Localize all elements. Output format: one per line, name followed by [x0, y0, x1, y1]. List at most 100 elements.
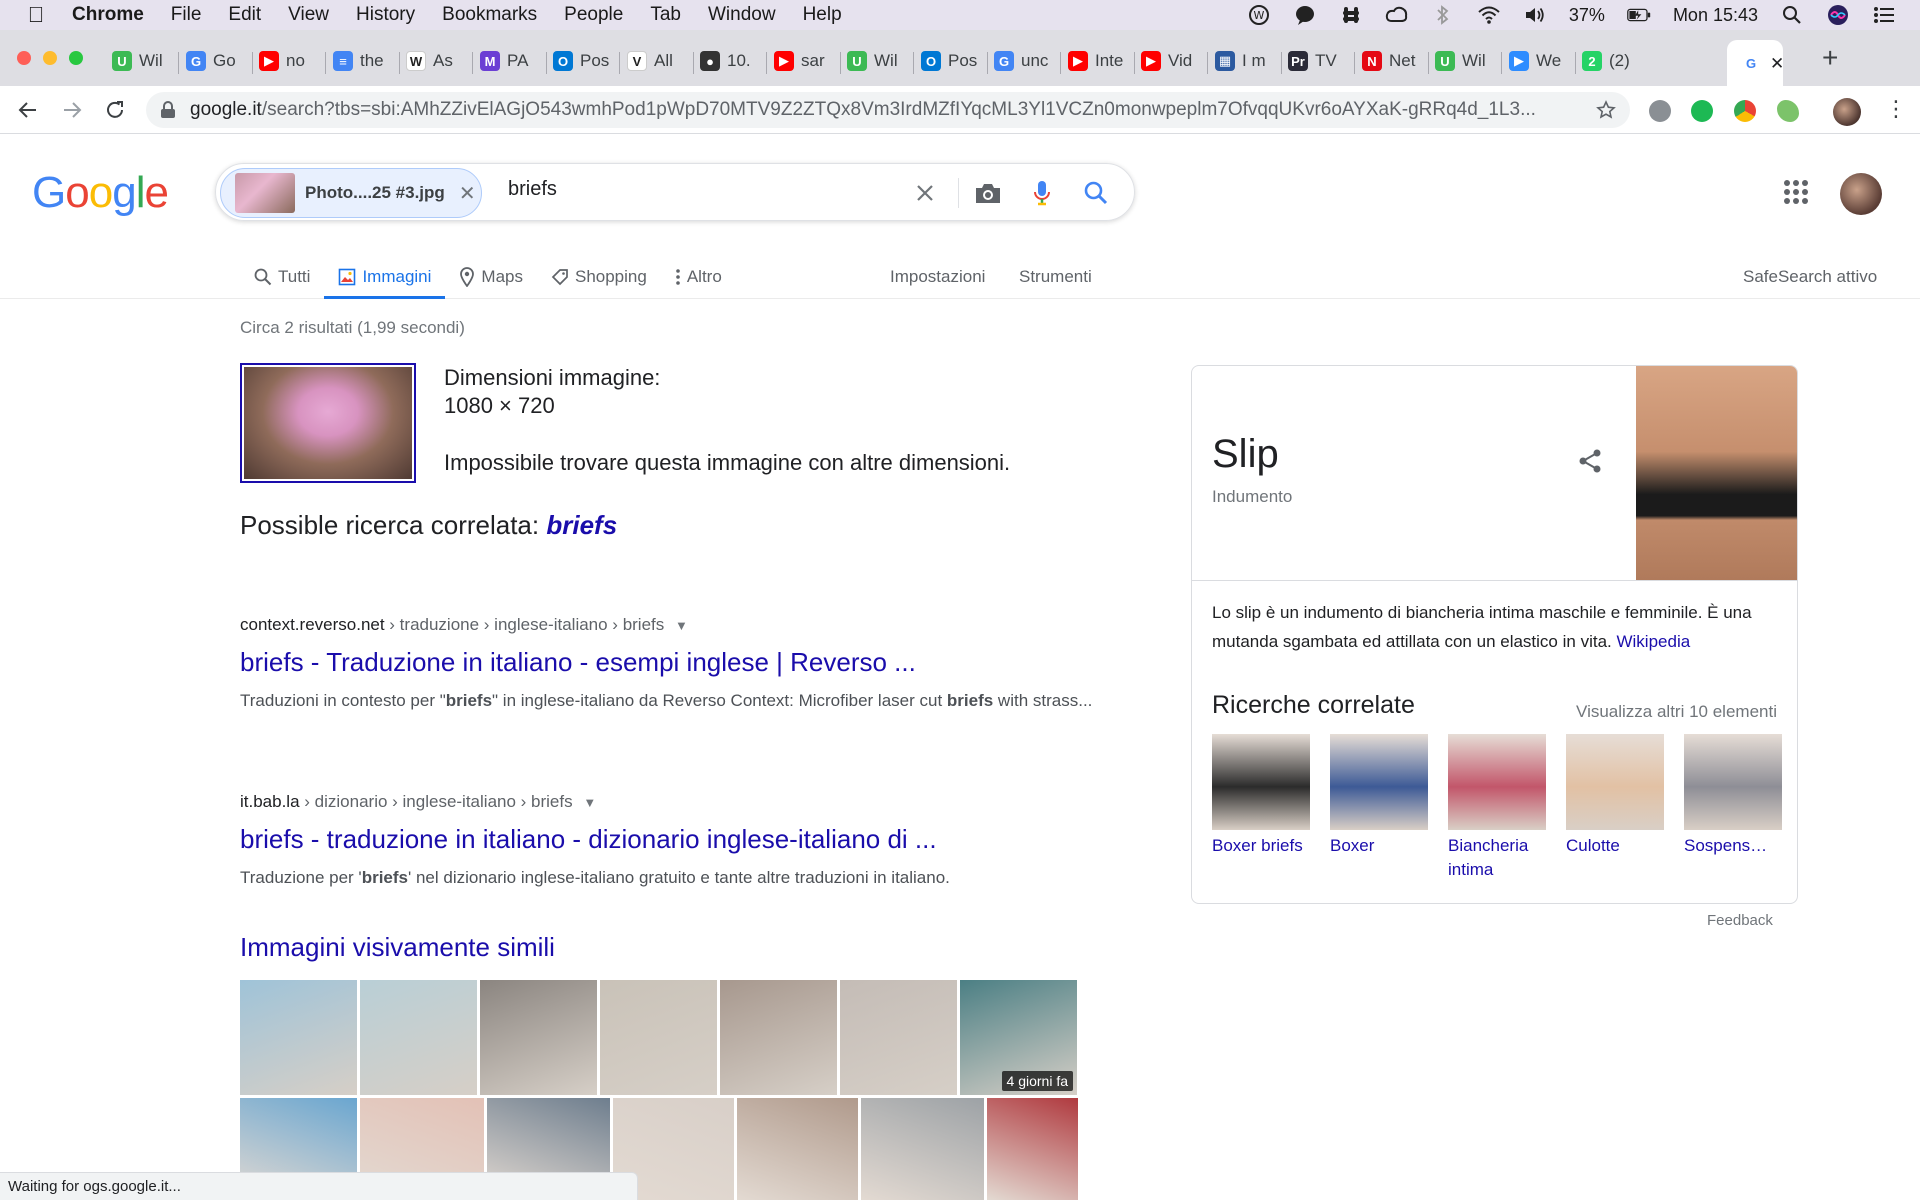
menu-app-chrome[interactable]: Chrome	[72, 4, 144, 26]
new-tab-button[interactable]: +	[1822, 42, 1838, 74]
back-button[interactable]	[14, 96, 42, 124]
similar-image-thumbnail[interactable]: 4 giorni fa	[960, 980, 1077, 1095]
chrome-menu-icon[interactable]: ⋮	[1885, 98, 1907, 120]
result-menu-caret-icon[interactable]: ▼	[583, 795, 596, 810]
similar-image-thumbnail[interactable]	[480, 980, 597, 1095]
menu-clock[interactable]: Mon 15:43	[1673, 5, 1758, 26]
related-search-item[interactable]: Boxer	[1330, 734, 1428, 882]
google-apps-icon[interactable]	[1784, 180, 1808, 204]
window-minimize-button[interactable]	[43, 51, 57, 65]
tab-item[interactable]: O Pos	[921, 44, 983, 78]
menu-window[interactable]: Window	[708, 4, 776, 26]
menu-edit[interactable]: Edit	[228, 4, 261, 26]
extension-chrome-icon[interactable]	[1734, 100, 1756, 122]
spotlight-search-icon[interactable]	[1780, 3, 1804, 27]
tab-item[interactable]: ▶ Vid	[1141, 44, 1203, 78]
tab-item[interactable]: 2 (2)	[1582, 44, 1644, 78]
tab-item[interactable]: ≡ the	[333, 44, 395, 78]
tab-item[interactable]: Pr TV	[1288, 44, 1350, 78]
similar-image-thumbnail[interactable]	[860, 1098, 985, 1200]
similar-image-thumbnail[interactable]	[840, 980, 957, 1095]
battery-charging-icon[interactable]	[1627, 3, 1651, 27]
similar-image-thumbnail[interactable]	[987, 1098, 1079, 1200]
tab-item[interactable]: W As	[406, 44, 468, 78]
reload-button[interactable]	[101, 96, 129, 124]
close-tab-icon[interactable]: ✕	[1770, 54, 1784, 74]
tab-tutti[interactable]: Tutti	[240, 254, 324, 299]
tab-item[interactable]: U Wil	[1435, 44, 1497, 78]
wikipedia-link[interactable]: Wikipedia	[1616, 632, 1690, 651]
menu-people[interactable]: People	[564, 4, 623, 26]
show-more-link[interactable]: Visualizza altri 10 elementi	[1576, 702, 1777, 722]
creative-cloud-icon[interactable]	[1385, 3, 1409, 27]
volume-icon[interactable]	[1523, 3, 1547, 27]
related-search-item[interactable]: Boxer briefs	[1212, 734, 1310, 882]
menu-file[interactable]: File	[171, 4, 202, 26]
result-menu-caret-icon[interactable]: ▼	[675, 618, 688, 633]
result-title-link[interactable]: briefs - Traduzione in italiano - esempi…	[240, 647, 1100, 678]
extension-incognito-icon[interactable]	[1649, 100, 1671, 122]
tab-item[interactable]: U Wil	[112, 44, 174, 78]
impostazioni-link[interactable]: Impostazioni	[890, 254, 985, 299]
tab-item[interactable]: M PA	[480, 44, 542, 78]
menu-tab[interactable]: Tab	[650, 4, 681, 26]
tab-altro[interactable]: Altro	[661, 254, 736, 299]
similar-images-heading[interactable]: Immagini visivamente simili	[240, 932, 555, 963]
query-image-preview[interactable]	[240, 363, 416, 483]
tab-item[interactable]: ▶ sar	[774, 44, 836, 78]
result-cite[interactable]: context.reverso.net › traduzione › ingle…	[240, 615, 1100, 635]
result-cite[interactable]: it.bab.la › dizionario › inglese-italian…	[240, 792, 1100, 812]
tab-item[interactable]: ▶ We	[1509, 44, 1571, 78]
result-title-link[interactable]: briefs - traduzione in italiano - dizion…	[240, 824, 1100, 855]
tab-maps[interactable]: Maps	[445, 254, 537, 299]
tab-item[interactable]: V All	[627, 44, 689, 78]
tab-item[interactable]: O Pos	[553, 44, 615, 78]
share-icon[interactable]	[1575, 446, 1605, 476]
wifi-icon[interactable]	[1477, 3, 1501, 27]
google-logo[interactable]: Google	[32, 168, 169, 218]
slack-icon[interactable]	[1339, 3, 1363, 27]
chat-bubble-icon[interactable]	[1293, 3, 1317, 27]
tab-item[interactable]: U Wil	[847, 44, 909, 78]
url-text[interactable]: google.it/search?tbs=sbi:AMhZZivElAGjO54…	[190, 99, 1570, 121]
menu-history[interactable]: History	[356, 4, 415, 26]
remove-image-icon[interactable]: ✕	[459, 181, 476, 206]
tab-item[interactable]: Gunc	[994, 44, 1056, 78]
search-submit-icon[interactable]	[1081, 178, 1111, 208]
extension-android-icon[interactable]	[1777, 100, 1799, 122]
tab-item[interactable]: G Go	[186, 44, 248, 78]
notification-center-icon[interactable]	[1872, 3, 1896, 27]
tab-shopping[interactable]: Shopping	[537, 254, 661, 299]
strumenti-link[interactable]: Strumenti	[1019, 254, 1092, 299]
similar-image-thumbnail[interactable]	[600, 980, 717, 1095]
tab-item[interactable]: ▶ no	[259, 44, 321, 78]
related-search-item[interactable]: Sospens…	[1684, 734, 1782, 882]
similar-image-thumbnail[interactable]	[737, 1098, 858, 1200]
tab-item[interactable]: ● 10.	[700, 44, 762, 78]
tab-item[interactable]: ▶ Inte	[1068, 44, 1130, 78]
related-search-item[interactable]: Culotte	[1566, 734, 1664, 882]
safesearch-status[interactable]: SafeSearch attivo	[1743, 254, 1877, 299]
knowledge-panel-image[interactable]	[1636, 366, 1797, 580]
menu-view[interactable]: View	[288, 4, 329, 26]
possible-related-term-link[interactable]: briefs	[546, 510, 617, 540]
search-image-chip[interactable]: Photo....25 #3.jpg ✕	[220, 168, 482, 218]
lock-icon[interactable]	[160, 101, 176, 119]
account-avatar[interactable]	[1840, 173, 1882, 215]
menu-bookmarks[interactable]: Bookmarks	[442, 4, 537, 26]
window-close-button[interactable]	[17, 51, 31, 65]
tab-immagini[interactable]: Immagini	[324, 254, 446, 299]
profile-avatar[interactable]	[1833, 98, 1861, 126]
siri-icon[interactable]	[1826, 3, 1850, 27]
menu-help[interactable]: Help	[803, 4, 842, 26]
feedback-link[interactable]: Feedback	[1707, 912, 1773, 929]
camera-icon[interactable]	[973, 178, 1003, 208]
tab-item[interactable]: ▦ I m	[1215, 44, 1277, 78]
omnibox[interactable]: google.it/search?tbs=sbi:AMhZZivElAGjO54…	[146, 92, 1630, 128]
clear-search-icon[interactable]	[910, 178, 940, 208]
tab-item[interactable]: N Net	[1362, 44, 1424, 78]
search-input[interactable]: briefs	[508, 178, 557, 201]
bluetooth-icon[interactable]	[1431, 3, 1455, 27]
related-search-item[interactable]: Biancheria intima	[1448, 734, 1546, 882]
extension-green-icon[interactable]	[1691, 100, 1713, 122]
